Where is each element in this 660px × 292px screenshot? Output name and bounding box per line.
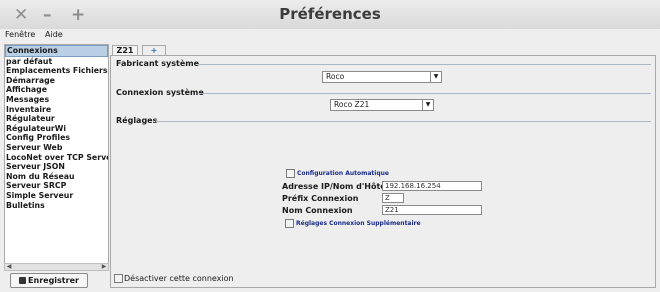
sidebar-horizontal-scrollbar[interactable]: ◀ ▶ (4, 263, 109, 271)
sidebar-item-demarrage[interactable]: Démarrage (5, 76, 108, 86)
sidebar-item-emplacements-fichiers[interactable]: Emplacements Fichiers (5, 66, 108, 76)
chevron-down-icon: ▼ (422, 100, 433, 110)
sidebar-item-messages[interactable]: Messages (5, 95, 108, 105)
scroll-left-icon[interactable]: ◀ (5, 264, 13, 270)
sidebar-item-connexions[interactable]: Connexions (5, 45, 108, 57)
separator (199, 93, 651, 94)
connection-label: Connexion système (116, 88, 204, 97)
sidebar-item-loconet-tcp[interactable]: LocoNet over TCP Server (5, 153, 108, 163)
manufacturer-select[interactable]: Roco ▼ (322, 71, 442, 83)
sidebar-item-config-profiles[interactable]: Config Profiles (5, 133, 108, 143)
ip-input[interactable]: 192.168.16.254 (382, 181, 482, 191)
sidebar-item-serveur-web[interactable]: Serveur Web (5, 143, 108, 153)
separator (156, 121, 651, 122)
sidebar-item-simple-serveur[interactable]: Simple Serveur (5, 191, 108, 201)
sidebar-item-regulateur[interactable]: Régulateur (5, 114, 108, 124)
connection-select[interactable]: Roco Z21 ▼ (330, 99, 434, 111)
save-button[interactable]: Enregistrer (10, 273, 88, 288)
preferences-sidebar: Connexions par défaut Emplacements Fichi… (4, 44, 109, 265)
settings-label: Réglages (116, 116, 158, 125)
auto-config-label: Configuration Automatique (297, 170, 389, 177)
prefix-label: Préfix Connexion (282, 194, 359, 203)
extra-settings-checkbox[interactable] (285, 219, 294, 228)
connection-name-input[interactable]: Z21 (382, 205, 482, 215)
chevron-down-icon: ▼ (430, 72, 441, 82)
disable-connection-label: Désactiver cette connexion (124, 274, 234, 283)
separator (199, 64, 651, 65)
extra-settings-label: Réglages Connexion Supplémentaire (296, 220, 421, 227)
title-bar: ✕ – + Préférences (0, 0, 660, 30)
sidebar-item-nom-reseau[interactable]: Nom du Réseau (5, 172, 108, 182)
auto-config-checkbox[interactable] (286, 169, 295, 178)
prefix-input[interactable]: Z (382, 193, 404, 203)
manufacturer-value: Roco (326, 72, 345, 81)
sidebar-item-serveur-srcp[interactable]: Serveur SRCP (5, 181, 108, 191)
sidebar-item-bulletins[interactable]: Bulletins (5, 201, 108, 211)
floppy-disk-icon (19, 277, 27, 284)
connection-name-label: Nom Connexion (282, 206, 353, 215)
sidebar-item-inventaire[interactable]: Inventaire (5, 105, 108, 115)
disable-connection-checkbox[interactable] (114, 274, 123, 283)
ip-label: Adresse IP/Nom d'Hôte: (282, 182, 389, 191)
connection-value: Roco Z21 (334, 100, 370, 109)
sidebar-item-affichage[interactable]: Affichage (5, 85, 108, 95)
menu-aide[interactable]: Aide (45, 30, 63, 39)
window-title: Préférences (279, 5, 381, 23)
sidebar-item-par-defaut[interactable]: par défaut (5, 57, 108, 67)
menu-bar: Fenêtre Aide (0, 29, 660, 41)
scroll-right-icon[interactable]: ▶ (100, 264, 108, 270)
sidebar-item-serveur-json[interactable]: Serveur JSON (5, 162, 108, 172)
save-button-label: Enregistrer (28, 276, 79, 285)
sidebar-item-regulateurwi[interactable]: RégulateurWi (5, 124, 108, 134)
menu-fenetre[interactable]: Fenêtre (5, 30, 35, 39)
manufacturer-label: Fabricant système (116, 59, 200, 68)
